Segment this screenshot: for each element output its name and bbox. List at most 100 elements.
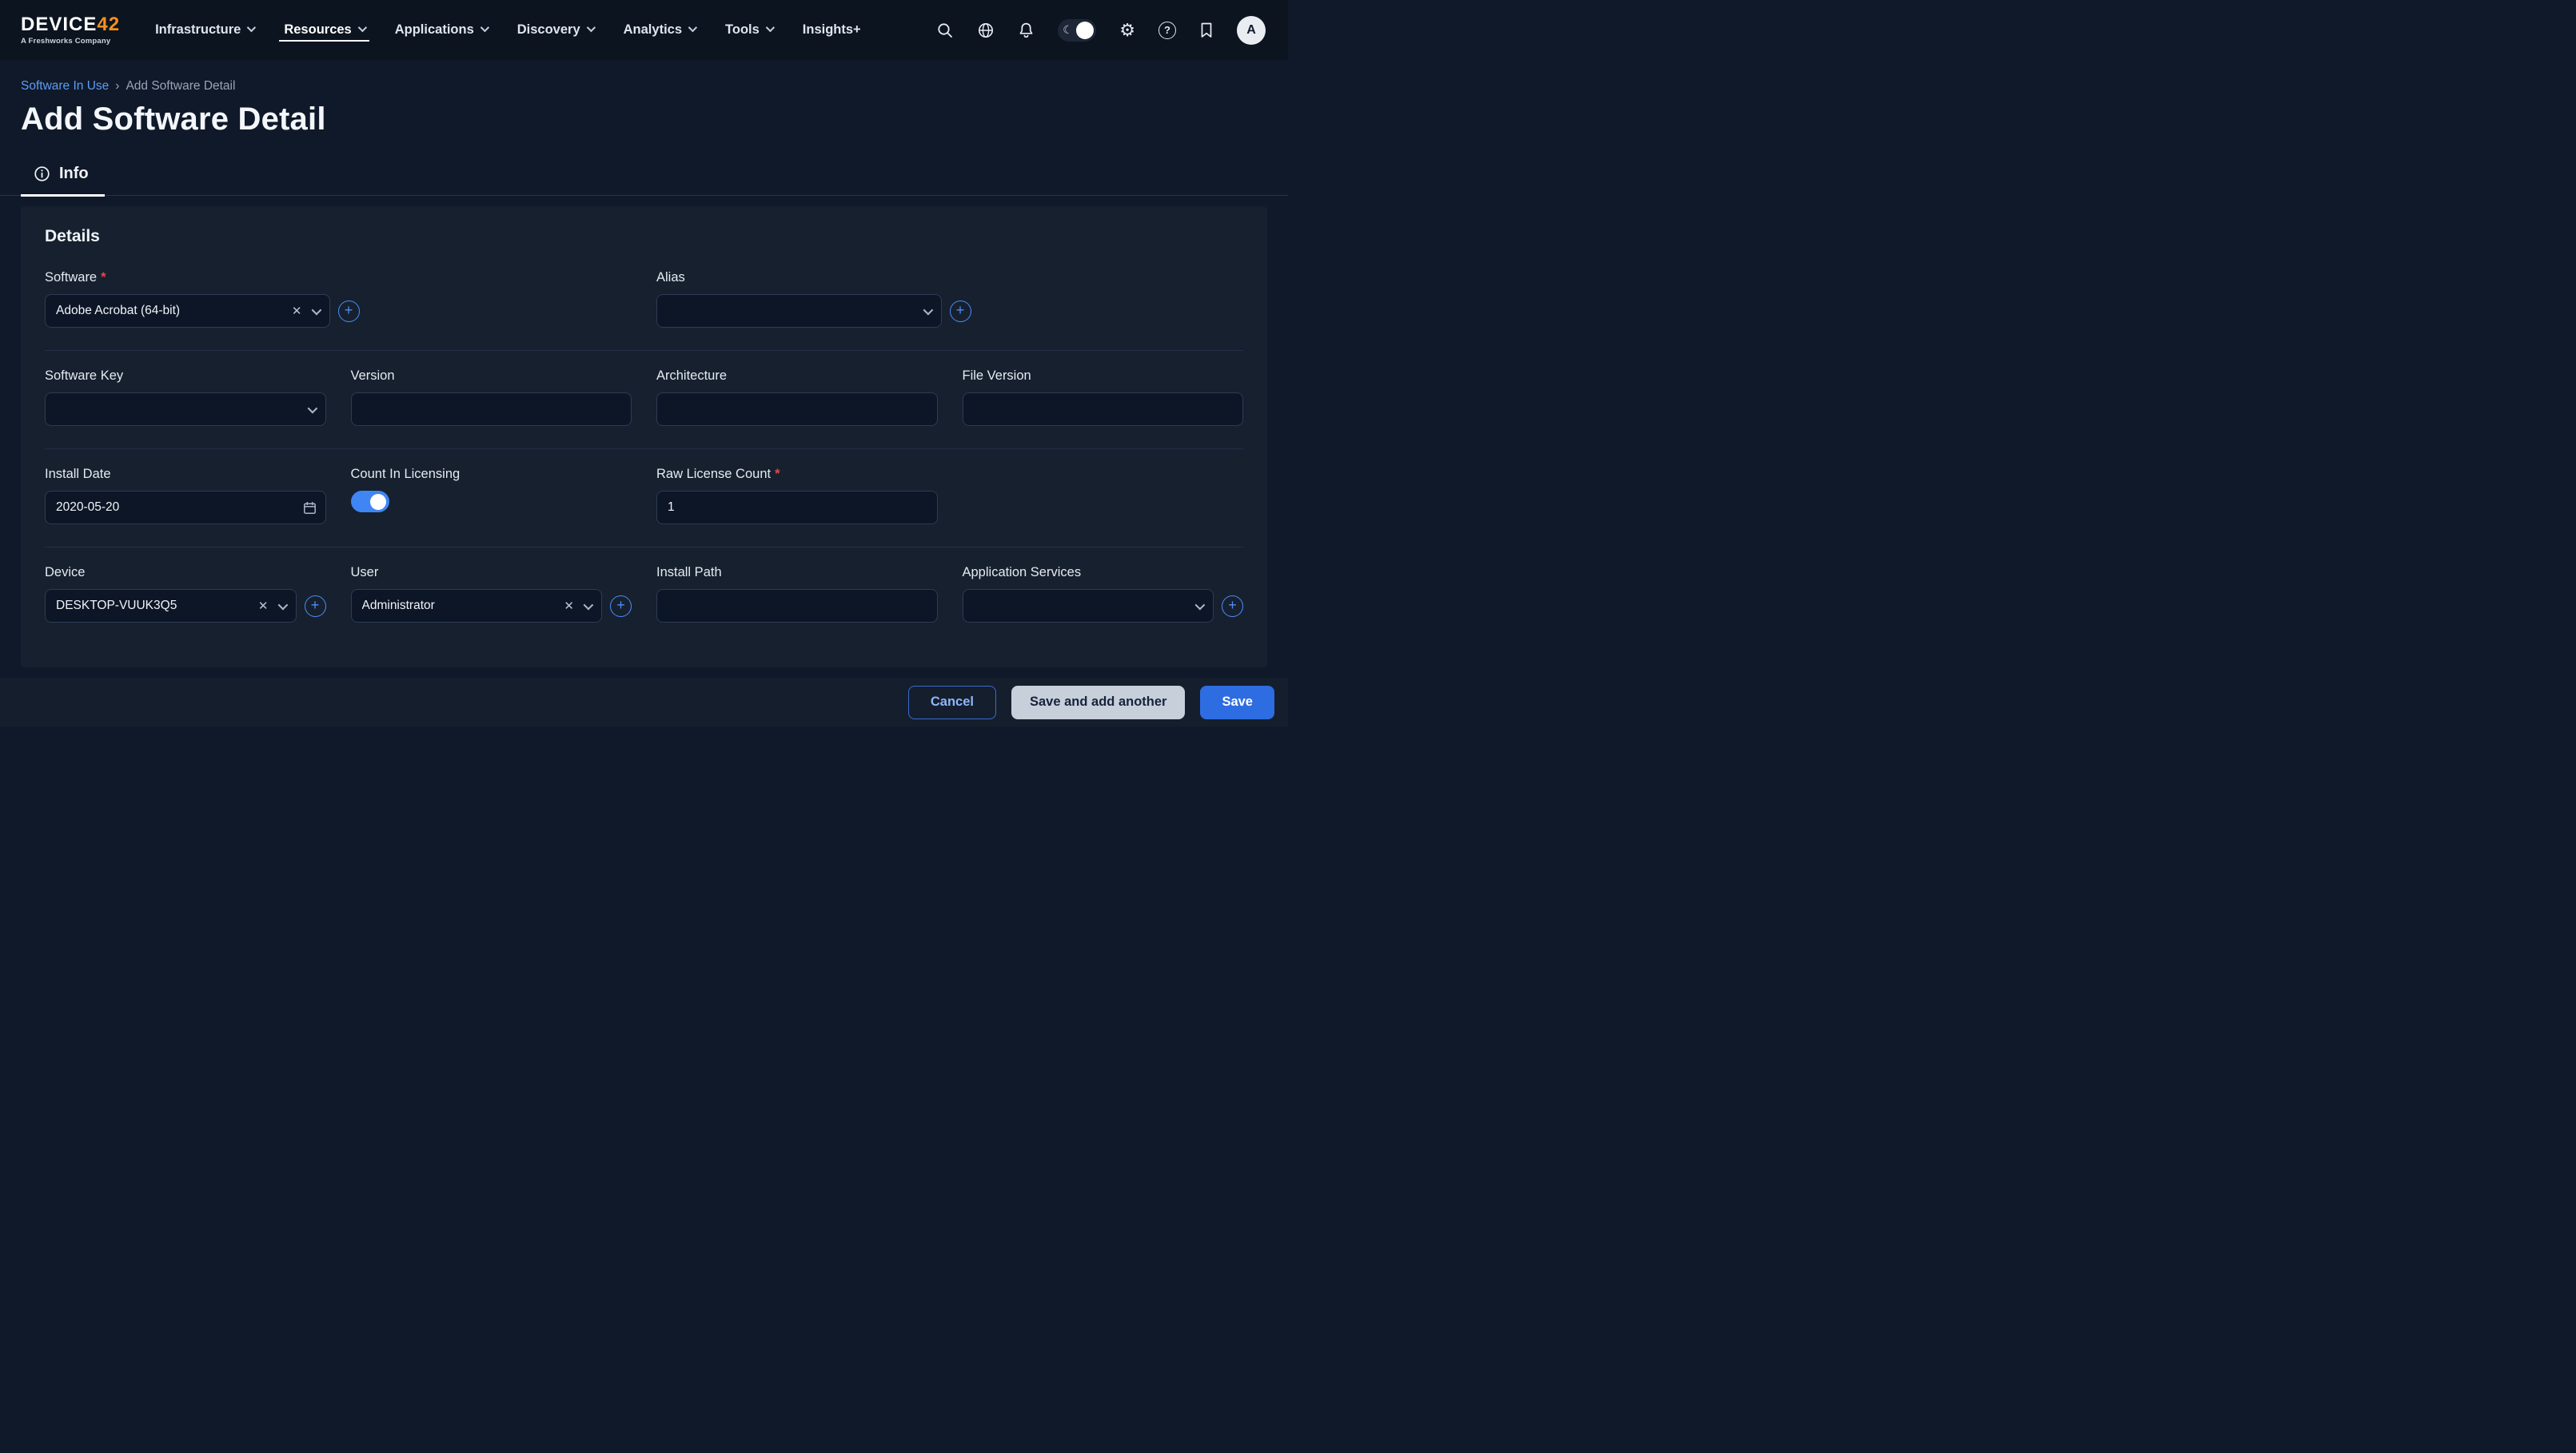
field-label: Alias [656,270,938,285]
nav-infrastructure[interactable]: Infrastructure [155,0,253,60]
field-install-path: Install Path [656,565,938,623]
help-question-mark: ? [1158,22,1176,39]
brand-logo[interactable]: DEVICE42 A Freshworks Company [21,15,120,46]
clear-icon[interactable]: ✕ [258,599,269,613]
chevron-down-icon[interactable] [1195,599,1206,610]
chevron-down-icon[interactable] [307,403,317,413]
breadcrumb: Software In Use › Add Software Detail [21,79,1267,94]
form-row-1: Software* Adobe Acrobat (64-bit) ✕ + Ali… [45,253,1243,350]
field-application-services: Application Services + [963,565,1244,623]
breadcrumb-separator: › [115,79,119,94]
help-icon[interactable]: ? [1158,22,1176,39]
tab-bar: Info [0,158,1288,196]
nav-insights[interactable]: Insights+ [803,0,861,60]
field-version: Version [351,368,632,426]
nav-label: Applications [395,22,474,38]
version-input[interactable] [351,392,632,426]
chevron-down-icon[interactable] [277,599,288,610]
file-version-input[interactable] [963,392,1244,426]
field-label: Architecture [656,368,938,384]
toggle-knob [370,494,386,510]
install-date-input[interactable] [56,500,303,515]
field-install-date: Install Date [45,467,326,524]
form-row-3: Install Date Count In Licensing Raw Lice… [45,448,1243,547]
field-file-version: File Version [963,368,1244,426]
add-alias-button[interactable]: + [950,301,971,322]
field-label: User [351,565,632,580]
field-architecture: Architecture [656,368,938,426]
tab-info-label: Info [59,165,89,183]
notifications-bell-icon[interactable] [1018,22,1035,39]
search-icon[interactable] [936,22,954,39]
field-label: File Version [963,368,1244,384]
user-avatar[interactable]: A [1237,16,1266,45]
field-label: Install Path [656,565,938,580]
nav-tools[interactable]: Tools [725,0,772,60]
chevron-down-icon [586,23,595,32]
chevron-down-icon[interactable] [923,305,933,315]
breadcrumb-link-software-in-use[interactable]: Software In Use [21,79,109,94]
chevron-down-icon[interactable] [584,599,594,610]
toggle-knob [1076,22,1094,39]
install-path-input[interactable] [656,589,938,623]
clear-icon[interactable]: ✕ [292,304,302,318]
field-label: Application Services [963,565,1244,580]
add-application-service-button[interactable]: + [1222,595,1243,617]
form-row-4: Device DESKTOP-VUUK3Q5 ✕ + User Administ… [45,547,1243,645]
software-key-select[interactable] [45,392,326,426]
required-marker: * [775,467,780,481]
install-date-field[interactable] [45,491,326,524]
field-label: Install Date [45,467,326,482]
brand-name-accent: 42 [97,14,120,35]
nav-resources[interactable]: Resources [284,0,364,60]
chevron-down-icon [766,23,775,32]
nav-label: Analytics [624,22,682,38]
action-footer: Cancel Save and add another Save [0,678,1288,726]
architecture-input[interactable] [656,392,938,426]
chevron-down-icon [481,23,489,32]
software-value: Adobe Acrobat (64-bit) [56,304,285,318]
field-label: Count In Licensing [351,467,632,482]
clear-icon[interactable]: ✕ [564,599,574,613]
chevron-down-icon[interactable] [311,305,321,315]
nav-label: Resources [284,22,351,38]
bookmark-icon[interactable] [1199,22,1214,39]
raw-license-count-input[interactable] [656,491,938,524]
field-label: Software* [45,270,326,285]
user-combobox[interactable]: Administrator ✕ [351,589,603,623]
form-row-2: Software Key Version Architecture File V… [45,350,1243,448]
settings-gear-icon[interactable]: ⚙ [1119,22,1135,39]
application-services-select[interactable] [963,589,1214,623]
nav-label: Insights+ [803,22,861,38]
add-device-button[interactable]: + [305,595,326,617]
breadcrumb-current: Add Software Detail [126,79,235,94]
nav-analytics[interactable]: Analytics [624,0,695,60]
globe-icon[interactable] [977,22,995,39]
field-device: Device DESKTOP-VUUK3Q5 ✕ + [45,565,326,623]
brand-tagline: A Freshworks Company [21,38,120,46]
required-marker: * [101,270,106,285]
tab-info[interactable]: Info [21,158,105,197]
cancel-button[interactable]: Cancel [908,686,996,719]
user-value: Administrator [362,599,558,613]
alias-select[interactable] [656,294,942,328]
page-title: Add Software Detail [21,102,1267,137]
add-software-button[interactable]: + [338,301,360,322]
add-user-button[interactable]: + [610,595,632,617]
topbar-icons: ☾ ⚙ ? A [936,16,1266,45]
field-label: Raw License Count* [656,467,938,482]
nav-applications[interactable]: Applications [395,0,487,60]
moon-icon: ☾ [1063,23,1073,37]
nav-discovery[interactable]: Discovery [517,0,593,60]
calendar-icon[interactable] [303,501,317,515]
field-user: User Administrator ✕ + [351,565,632,623]
device-combobox[interactable]: DESKTOP-VUUK3Q5 ✕ [45,589,297,623]
details-panel: Details Software* Adobe Acrobat (64-bit)… [21,206,1267,667]
software-combobox[interactable]: Adobe Acrobat (64-bit) ✕ [45,294,330,328]
count-in-licensing-toggle[interactable] [351,491,389,512]
theme-toggle[interactable]: ☾ [1058,19,1096,42]
field-software: Software* Adobe Acrobat (64-bit) ✕ + [45,270,326,328]
save-button[interactable]: Save [1200,686,1274,719]
nav-label: Infrastructure [155,22,241,38]
save-and-add-another-button[interactable]: Save and add another [1011,686,1185,719]
